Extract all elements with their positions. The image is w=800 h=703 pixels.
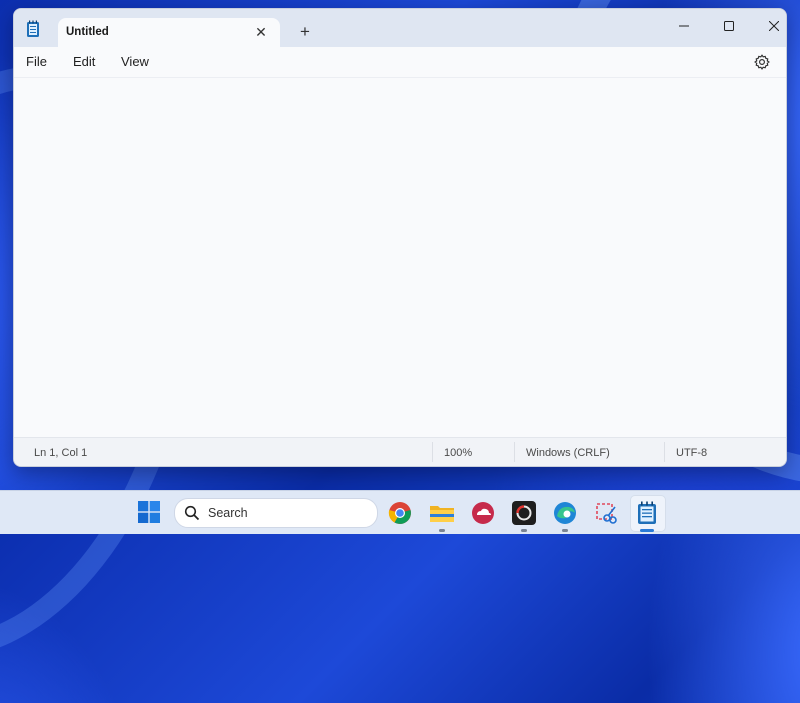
notepad-app-icon	[27, 20, 39, 37]
menu-bar: File Edit View	[14, 47, 786, 78]
notepad-window: Untitled ✕ + File Edit View Ln 1, Col 1 …	[13, 8, 787, 467]
new-tab-button[interactable]: +	[294, 21, 316, 43]
encoding[interactable]: UTF-8	[676, 447, 707, 459]
cloud-app-icon[interactable]	[468, 498, 498, 528]
maximize-icon	[724, 21, 734, 31]
minimize-button[interactable]	[664, 13, 704, 39]
active-indicator	[640, 529, 654, 532]
running-indicator	[562, 529, 568, 532]
snipping-tool-icon[interactable]	[591, 498, 621, 528]
windows-start-icon[interactable]	[138, 501, 160, 523]
file-explorer-icon[interactable]	[427, 498, 457, 528]
zoom-level[interactable]: 100%	[444, 447, 472, 459]
chrome-icon[interactable]	[385, 498, 415, 528]
search-icon	[184, 505, 200, 521]
cursor-position: Ln 1, Col 1	[34, 447, 88, 459]
tab-title: Untitled	[66, 26, 109, 38]
maximize-button[interactable]	[709, 13, 749, 39]
media-app-icon[interactable]	[509, 498, 539, 528]
status-divider	[432, 442, 433, 462]
status-divider	[664, 442, 665, 462]
menu-file[interactable]: File	[26, 54, 47, 69]
document-tab[interactable]: Untitled ✕	[58, 18, 280, 48]
menu-view[interactable]: View	[121, 54, 149, 69]
minimize-icon	[679, 25, 689, 27]
close-window-button[interactable]	[754, 13, 786, 39]
notepad-icon[interactable]	[632, 498, 662, 528]
taskbar-search-box[interactable]: Search	[174, 498, 378, 528]
status-divider	[514, 442, 515, 462]
text-editor-area[interactable]	[14, 78, 786, 436]
search-placeholder: Search	[208, 506, 248, 520]
running-indicator	[439, 529, 445, 532]
edge-icon[interactable]	[550, 498, 580, 528]
settings-gear-icon[interactable]	[753, 53, 771, 71]
title-bar[interactable]: Untitled ✕ +	[14, 9, 786, 48]
running-indicator	[521, 529, 527, 532]
close-tab-icon[interactable]: ✕	[250, 21, 272, 43]
line-ending[interactable]: Windows (CRLF)	[526, 447, 610, 459]
status-bar: Ln 1, Col 1 100% Windows (CRLF) UTF-8	[14, 437, 786, 466]
taskbar: Search	[0, 490, 800, 534]
close-icon	[769, 21, 779, 31]
menu-edit[interactable]: Edit	[73, 54, 95, 69]
